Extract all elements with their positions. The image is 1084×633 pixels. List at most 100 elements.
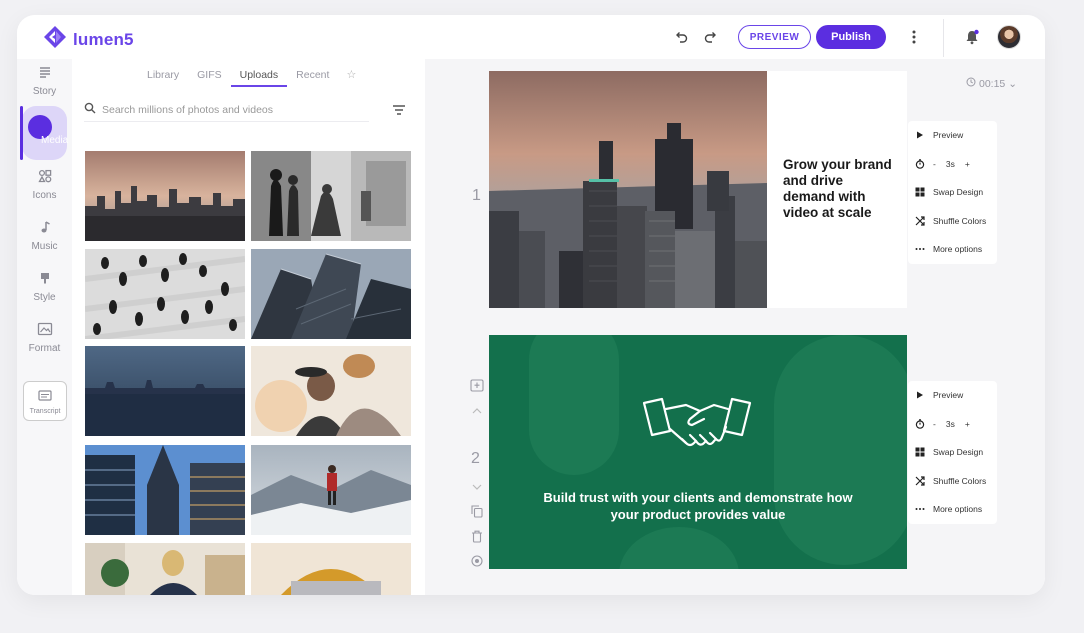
top-bar: lumen5 PREVIEW Publish [17,15,1045,59]
logo[interactable]: lumen5 [43,25,134,54]
scene-2-more-options-button[interactable]: More options [908,495,997,524]
nav-label-music: Music [31,241,58,252]
transcript-button[interactable]: Transcript [23,381,67,421]
handshake-icon [642,397,752,447]
move-down-chevron-icon[interactable] [469,481,485,493]
swap-design-label: Swap Design [933,187,984,198]
duration-value: 3s [945,158,955,169]
tab-recent[interactable]: Recent [287,67,338,87]
transcript-label: Transcript [29,407,61,415]
play-icon [915,390,925,400]
scene-2-menu: Preview - 3s + Swap Design Shuffle Color… [908,381,997,524]
media-panel: Library GIFS Uploads Recent ☆ [72,59,425,595]
publish-button[interactable]: Publish [816,25,886,49]
scene-1-swap-design-button[interactable]: Swap Design [908,178,997,207]
media-thumbnail[interactable] [251,346,411,436]
tab-library[interactable]: Library [138,67,188,87]
storyboard-workspace: 00:15 ⌄ 1 Grow your brand and drive dema… [425,59,1045,595]
scene-1-preview-button[interactable]: Preview [908,121,997,150]
scene-1-duration-control: - 3s + [908,150,997,179]
media-thumbnail[interactable] [251,445,411,535]
increase-duration-button[interactable]: + [965,159,970,169]
scene-2-swap-design-button[interactable]: Swap Design [908,438,997,467]
preview-button[interactable]: PREVIEW [738,25,811,49]
media-thumbnail[interactable] [251,543,411,595]
preview-label: Preview [933,130,964,141]
lumen5-logo-icon [43,25,67,54]
nav-label-style: Style [33,292,56,303]
more-vertical-icon[interactable] [906,29,922,45]
scene-number: 1 [472,187,481,204]
scene-card-2[interactable]: Build trust with your clients and demons… [489,335,907,569]
music-note-icon [38,220,52,239]
scene-2-duration-control: - 3s + [908,410,997,439]
visibility-icon[interactable] [469,553,485,569]
duration-value: 3s [945,418,955,429]
decrease-duration-button[interactable]: - [933,419,936,429]
logo-text: lumen5 [73,29,134,49]
shuffle-colors-label: Shuffle Colors [933,215,987,226]
clock-icon [966,77,976,90]
play-icon [915,130,925,140]
story-icon [38,65,52,84]
undo-icon[interactable] [673,29,689,45]
scene-1-menu: Preview - 3s + Swap Design Shuffle Color… [908,121,997,264]
header-divider [943,19,944,57]
media-thumbnail[interactable] [85,346,245,436]
shuffle-icon [915,216,925,226]
user-avatar[interactable] [997,25,1021,49]
media-thumbnail[interactable] [251,249,411,339]
nav-label-icons: Icons [32,190,57,201]
nav-item-format[interactable]: Format [17,322,72,354]
add-text-icon[interactable] [469,377,485,393]
scene-2-shuffle-colors-button[interactable]: Shuffle Colors [908,467,997,496]
scene-1-city-image [489,71,767,308]
trash-icon[interactable] [469,528,485,544]
scene-card-1[interactable]: Grow your brand and drive demand with vi… [489,71,907,308]
swap-design-label: Swap Design [933,447,984,458]
icons-icon [37,169,52,188]
media-thumbnail[interactable] [85,249,245,339]
filter-icon[interactable] [392,103,406,121]
duration-timer[interactable]: 00:15 ⌄ [966,77,1017,90]
favorites-star-icon[interactable]: ☆ [338,67,356,87]
duplicate-icon[interactable] [469,503,485,519]
scene-2-headline[interactable]: Build trust with your clients and demons… [489,489,907,523]
scene-1-shuffle-colors-button[interactable]: Shuffle Colors [908,207,997,236]
nav-item-story[interactable]: Story [17,65,72,97]
scene-2-preview-button[interactable]: Preview [908,381,997,410]
search-icon [84,101,96,119]
redo-icon[interactable] [703,29,719,45]
decrease-duration-button[interactable]: - [933,159,936,169]
increase-duration-button[interactable]: + [965,419,970,429]
media-tabs: Library GIFS Uploads Recent ☆ [138,67,356,87]
stopwatch-icon [915,158,925,169]
scene-1-headline[interactable]: Grow your brand and drive demand with vi… [783,157,898,221]
media-thumbnail[interactable] [85,151,245,241]
nav-item-style[interactable]: Style [17,271,72,303]
app-window: lumen5 PREVIEW Publish Story Media Icons… [17,15,1045,595]
notification-bell-icon[interactable] [963,28,981,46]
more-horizontal-icon [915,244,925,254]
media-thumbnail[interactable] [251,151,411,241]
stopwatch-icon [915,418,925,429]
nav-item-icons[interactable]: Icons [17,169,72,201]
swap-design-icon [915,447,925,457]
shuffle-colors-label: Shuffle Colors [933,475,987,486]
nav-item-music[interactable]: Music [17,220,72,252]
media-thumbnail[interactable] [85,543,245,595]
tab-gifs[interactable]: GIFS [188,67,231,87]
swap-design-icon [915,187,925,197]
nav-label-story: Story [32,86,57,97]
style-brush-icon [38,271,52,290]
media-thumbnail[interactable] [85,445,245,535]
move-up-chevron-icon[interactable] [469,405,485,417]
scene-number: 2 [471,450,480,467]
nav-label-format: Format [28,343,61,354]
preview-label: Preview [933,390,964,401]
search-input[interactable] [102,103,352,116]
more-options-label: More options [933,244,983,255]
scene-1-more-options-button[interactable]: More options [908,235,997,264]
tab-uploads[interactable]: Uploads [230,67,288,87]
more-options-label: More options [933,504,983,515]
